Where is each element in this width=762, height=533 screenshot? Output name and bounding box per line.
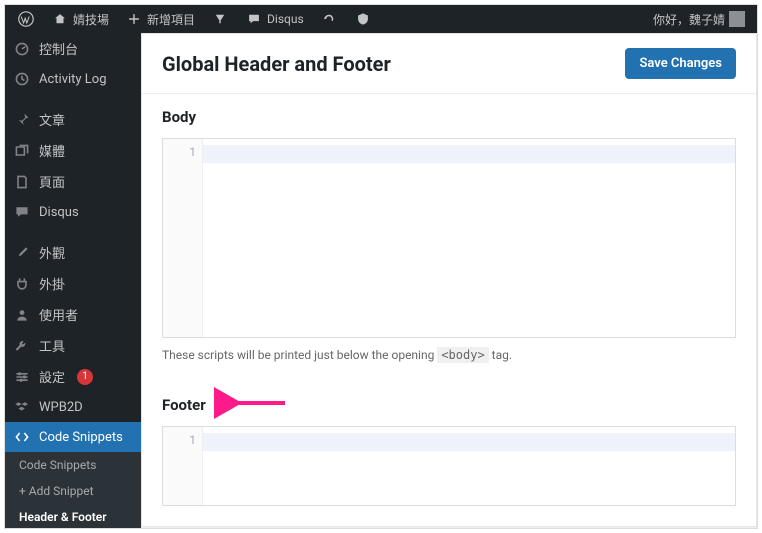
admin-toolbar: 婧技場 新增項目 Disqus 你好，魏子婧 xyxy=(5,5,757,33)
body-hint-code: <body> xyxy=(437,347,488,363)
disqus-link[interactable]: Disqus xyxy=(239,5,310,33)
site-name-label: 婧技場 xyxy=(73,11,109,28)
greeting-label: 你好，魏子婧 xyxy=(653,11,725,28)
content-area: Global Header and Footer Save Changes Bo… xyxy=(141,33,757,528)
account-link[interactable]: 你好，魏子婧 xyxy=(647,5,751,33)
menu-tools[interactable]: 工具 xyxy=(5,330,141,361)
code-icon xyxy=(13,428,31,446)
menu-disqus[interactable]: Disqus xyxy=(5,197,141,227)
disqus-label: Disqus xyxy=(267,12,304,26)
menu-label: 控制台 xyxy=(39,39,78,58)
menu-label: Activity Log xyxy=(39,72,107,87)
menu-users[interactable]: 使用者 xyxy=(5,299,141,330)
comment-icon xyxy=(13,203,31,221)
footer-section-title: Footer xyxy=(162,396,736,414)
line-number: 1 xyxy=(189,433,196,447)
sliders-icon xyxy=(13,368,31,386)
menu-activity-log[interactable]: Activity Log xyxy=(5,64,141,94)
media-icon xyxy=(13,142,31,160)
submenu-item-add-snippet[interactable]: + Add Snippet xyxy=(5,478,141,504)
submenu-code-snippets: Code Snippets + Add Snippet Header & Foo… xyxy=(5,452,141,528)
line-number: 1 xyxy=(189,145,196,159)
menu-label: 文章 xyxy=(39,110,65,129)
line-gutter: 1 xyxy=(163,427,203,505)
body-hint: These scripts will be printed just below… xyxy=(162,348,736,362)
menu-label: 媒體 xyxy=(39,141,65,160)
dashboard-icon xyxy=(13,40,31,58)
active-line xyxy=(203,145,735,163)
pin-icon xyxy=(13,111,31,129)
site-name-link[interactable]: 婧技場 xyxy=(45,5,115,33)
submenu-item-code-snippets[interactable]: Code Snippets xyxy=(5,452,141,478)
page-icon xyxy=(13,173,31,191)
submenu-item-header-footer[interactable]: Header & Footer xyxy=(5,504,141,528)
footer-section: Footer 1 xyxy=(142,382,756,526)
yoast-link[interactable] xyxy=(205,5,235,33)
sync-link[interactable] xyxy=(314,5,344,33)
menu-label: 外觀 xyxy=(39,243,65,262)
settings-badge: 1 xyxy=(77,369,93,385)
menu-label: 工具 xyxy=(39,336,65,355)
menu-label: Disqus xyxy=(39,205,79,220)
shield-link[interactable] xyxy=(348,5,378,33)
menu-media[interactable]: 媒體 xyxy=(5,135,141,166)
page-header: Global Header and Footer Save Changes xyxy=(142,34,756,94)
plus-icon xyxy=(125,10,143,28)
menu-label: 使用者 xyxy=(39,305,78,324)
comment-icon xyxy=(245,10,263,28)
menu-label: WPB2D xyxy=(39,400,83,415)
wrench-icon xyxy=(13,337,31,355)
line-gutter: 1 xyxy=(163,139,203,337)
new-item-link[interactable]: 新增項目 xyxy=(119,5,201,33)
menu-code-snippets[interactable]: Code Snippets xyxy=(5,422,141,452)
body-section: Body 1 These scripts will be printed jus… xyxy=(142,94,756,382)
brush-icon xyxy=(13,244,31,262)
wp-logo[interactable] xyxy=(11,5,41,33)
menu-label: 設定 xyxy=(39,367,65,386)
avatar xyxy=(729,11,745,27)
menu-wpb2d[interactable]: WPB2D xyxy=(5,392,141,422)
home-icon xyxy=(51,10,69,28)
plug-icon xyxy=(13,275,31,293)
user-icon xyxy=(13,306,31,324)
shield-icon xyxy=(354,10,372,28)
body-section-title: Body xyxy=(162,108,736,126)
save-button[interactable]: Save Changes xyxy=(625,48,736,79)
menu-dashboard[interactable]: 控制台 xyxy=(5,33,141,64)
menu-label: 頁面 xyxy=(39,172,65,191)
dropbox-icon xyxy=(13,398,31,416)
new-item-label: 新增項目 xyxy=(147,11,195,28)
wordpress-icon xyxy=(17,10,35,28)
menu-label: 外掛 xyxy=(39,274,65,293)
body-code-editor[interactable]: 1 xyxy=(162,138,736,338)
menu-settings[interactable]: 設定 1 xyxy=(5,361,141,392)
yoast-icon xyxy=(211,10,229,28)
page-title: Global Header and Footer xyxy=(162,52,391,76)
code-body[interactable] xyxy=(203,427,735,505)
clock-icon xyxy=(13,70,31,88)
menu-label: Code Snippets xyxy=(39,430,123,445)
footer-code-editor[interactable]: 1 xyxy=(162,426,736,506)
menu-plugins[interactable]: 外掛 xyxy=(5,268,141,299)
admin-sidebar: 控制台 Activity Log 文章 媒體 頁面 Disqus 外觀 外掛 使… xyxy=(5,33,141,528)
sync-icon xyxy=(320,10,338,28)
active-line xyxy=(203,433,735,451)
menu-pages[interactable]: 頁面 xyxy=(5,166,141,197)
code-body[interactable] xyxy=(203,139,735,337)
menu-posts[interactable]: 文章 xyxy=(5,104,141,135)
menu-appearance[interactable]: 外觀 xyxy=(5,237,141,268)
